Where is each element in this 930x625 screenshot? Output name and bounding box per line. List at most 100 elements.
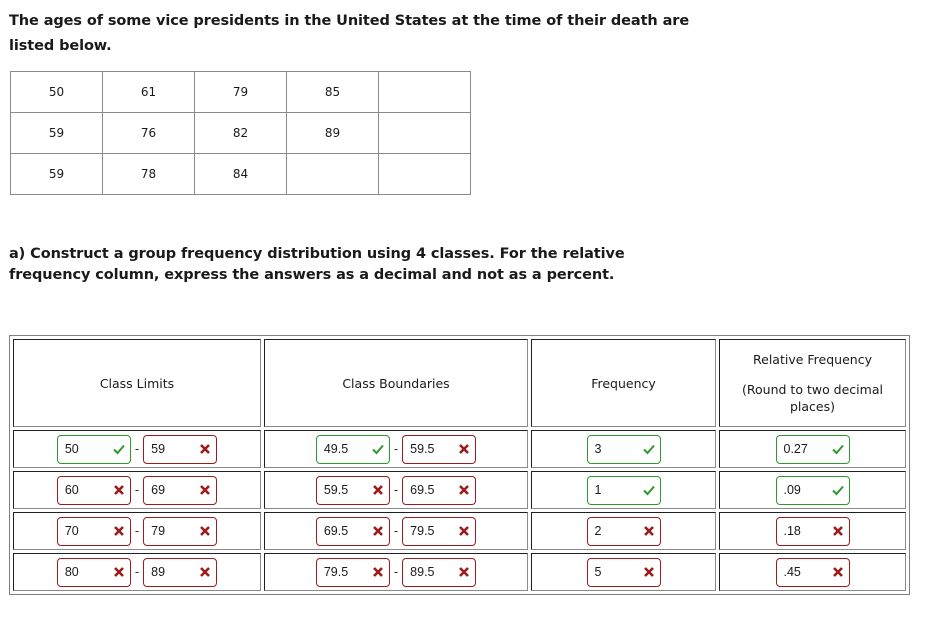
age-cell: 82 (194, 112, 287, 154)
range-separator: - (393, 442, 399, 456)
class-boundaries-cell: 69.5 -79.5 (264, 512, 528, 550)
class-boundaries-pair: 59.5 -69.5 (315, 475, 477, 505)
cross-icon (371, 524, 385, 538)
frequency-distribution-table: Class Limits Class Boundaries Frequency … (9, 335, 910, 595)
lower-boundary-input[interactable]: 69.5 (315, 516, 390, 546)
age-cell (378, 71, 471, 113)
frequency-cell: 3 (531, 430, 716, 468)
age-cell: 78 (102, 153, 195, 195)
lower-boundary-value: 59.5 (323, 483, 349, 497)
cross-icon (198, 483, 212, 497)
upper-limit-value: 59 (151, 442, 166, 456)
age-cell (378, 153, 471, 195)
relative-frequency-input[interactable]: .18 (775, 516, 850, 546)
upper-limit-input[interactable]: 79 (143, 516, 218, 546)
lower-limit-input[interactable]: 60 (56, 475, 131, 505)
age-cell: 84 (194, 153, 287, 195)
upper-limit-input[interactable]: 89 (143, 557, 218, 587)
range-separator: - (393, 524, 399, 538)
lower-boundary-value: 69.5 (323, 524, 349, 538)
upper-boundary-value: 89.5 (410, 565, 435, 579)
lower-limit-value: 60 (64, 483, 79, 497)
frequency-cell: 1 (531, 471, 716, 509)
age-cell: 50 (10, 71, 103, 113)
lower-limit-input[interactable]: 80 (56, 557, 131, 587)
ages-row: 59 78 84 (10, 153, 471, 195)
relative-frequency-cell: .09 (719, 471, 906, 509)
lower-limit-input[interactable]: 50 (56, 434, 131, 464)
upper-limit-input[interactable]: 59 (143, 434, 218, 464)
relative-frequency-input[interactable]: .45 (775, 557, 850, 587)
cross-icon (457, 483, 471, 497)
cross-icon (642, 565, 656, 579)
upper-boundary-value: 69.5 (410, 483, 435, 497)
range-separator: - (393, 483, 399, 497)
relative-frequency-value: 0.27 (783, 442, 808, 456)
lower-limit-input[interactable]: 70 (56, 516, 131, 546)
relative-frequency-cell: .18 (719, 512, 906, 550)
frequency-value: 1 (594, 483, 602, 497)
class-row: 50-59 49.5 -59.5 3 0.27 (13, 430, 906, 468)
lower-limit-value: 80 (64, 565, 79, 579)
header-relative-frequency-title: Relative Frequency (753, 351, 872, 367)
header-relative-frequency-note: (Round to two decimal places) (742, 381, 883, 414)
age-cell: 61 (102, 71, 195, 113)
problem-intro: The ages of some vice presidents in the … (9, 13, 690, 54)
class-limits-pair: 80 -89 (56, 557, 218, 587)
cross-icon (198, 442, 212, 456)
range-separator: - (134, 565, 140, 579)
checkmark-icon (642, 483, 656, 497)
relative-frequency-input[interactable]: 0.27 (775, 434, 850, 464)
class-row: 70-79 69.5-79.5 2.18 (13, 512, 906, 550)
age-cell: 85 (286, 71, 379, 113)
age-cell (286, 153, 379, 195)
range-separator: - (134, 524, 140, 538)
cross-icon (198, 524, 212, 538)
cross-icon (457, 442, 471, 456)
lower-boundary-value: 49.5 (323, 442, 349, 456)
frequency-value: 5 (594, 565, 602, 579)
lower-boundary-input[interactable]: 59.5 (315, 475, 390, 505)
cross-icon (457, 565, 471, 579)
ages-row: 50 61 79 85 (10, 71, 471, 113)
upper-boundary-input[interactable]: 89.5 (402, 557, 477, 587)
frequency-cell: 2 (531, 512, 716, 550)
frequency-input[interactable]: 2 (586, 516, 661, 546)
relative-frequency-value: .09 (783, 483, 801, 497)
relative-frequency-value: .18 (783, 524, 801, 538)
checkmark-icon (831, 483, 845, 497)
frequency-input[interactable]: 3 (586, 434, 661, 464)
upper-boundary-input[interactable]: 59.5 (402, 434, 477, 464)
class-limits-pair: 60 -69 (56, 475, 218, 505)
class-limits-cell: 70 -79 (13, 512, 261, 550)
upper-limit-input[interactable]: 69 (143, 475, 218, 505)
upper-boundary-value: 79.5 (410, 524, 435, 538)
question-text: a) Construct a group frequency distribut… (9, 246, 625, 283)
class-boundaries-cell: 79.5 -89.5 (264, 553, 528, 591)
frequency-cell: 5 (531, 553, 716, 591)
cross-icon (371, 565, 385, 579)
cross-icon (831, 524, 845, 538)
cross-icon (112, 483, 126, 497)
lower-boundary-input[interactable]: 79.5 (315, 557, 390, 587)
header-relative-frequency: Relative Frequency (Round to two decimal… (719, 339, 906, 427)
frequency-input[interactable]: 5 (586, 557, 661, 587)
frequency-input[interactable]: 1 (586, 475, 661, 505)
age-cell: 76 (102, 112, 195, 154)
class-limits-cell: 80 -89 (13, 553, 261, 591)
lower-limit-value: 70 (64, 524, 79, 538)
upper-boundary-value: 59.5 (410, 442, 435, 456)
lower-boundary-input[interactable]: 49.5 (315, 434, 390, 464)
class-limits-pair: 50 -59 (56, 434, 218, 464)
class-row: 80 -89 79.5-89.5 5 .45 (13, 553, 906, 591)
class-boundaries-pair: 69.5 -79.5 (315, 516, 477, 546)
cross-icon (642, 524, 656, 538)
class-row: 60-69 59.5 -69.5 1 .09 (13, 471, 906, 509)
cross-icon (371, 483, 385, 497)
checkmark-icon (112, 442, 126, 456)
upper-boundary-input[interactable]: 69.5 (402, 475, 477, 505)
class-boundaries-pair: 49.5 -59.5 (315, 434, 477, 464)
relative-frequency-input[interactable]: .09 (775, 475, 850, 505)
upper-boundary-input[interactable]: 79.5 (402, 516, 477, 546)
frequency-value: 3 (594, 442, 602, 456)
